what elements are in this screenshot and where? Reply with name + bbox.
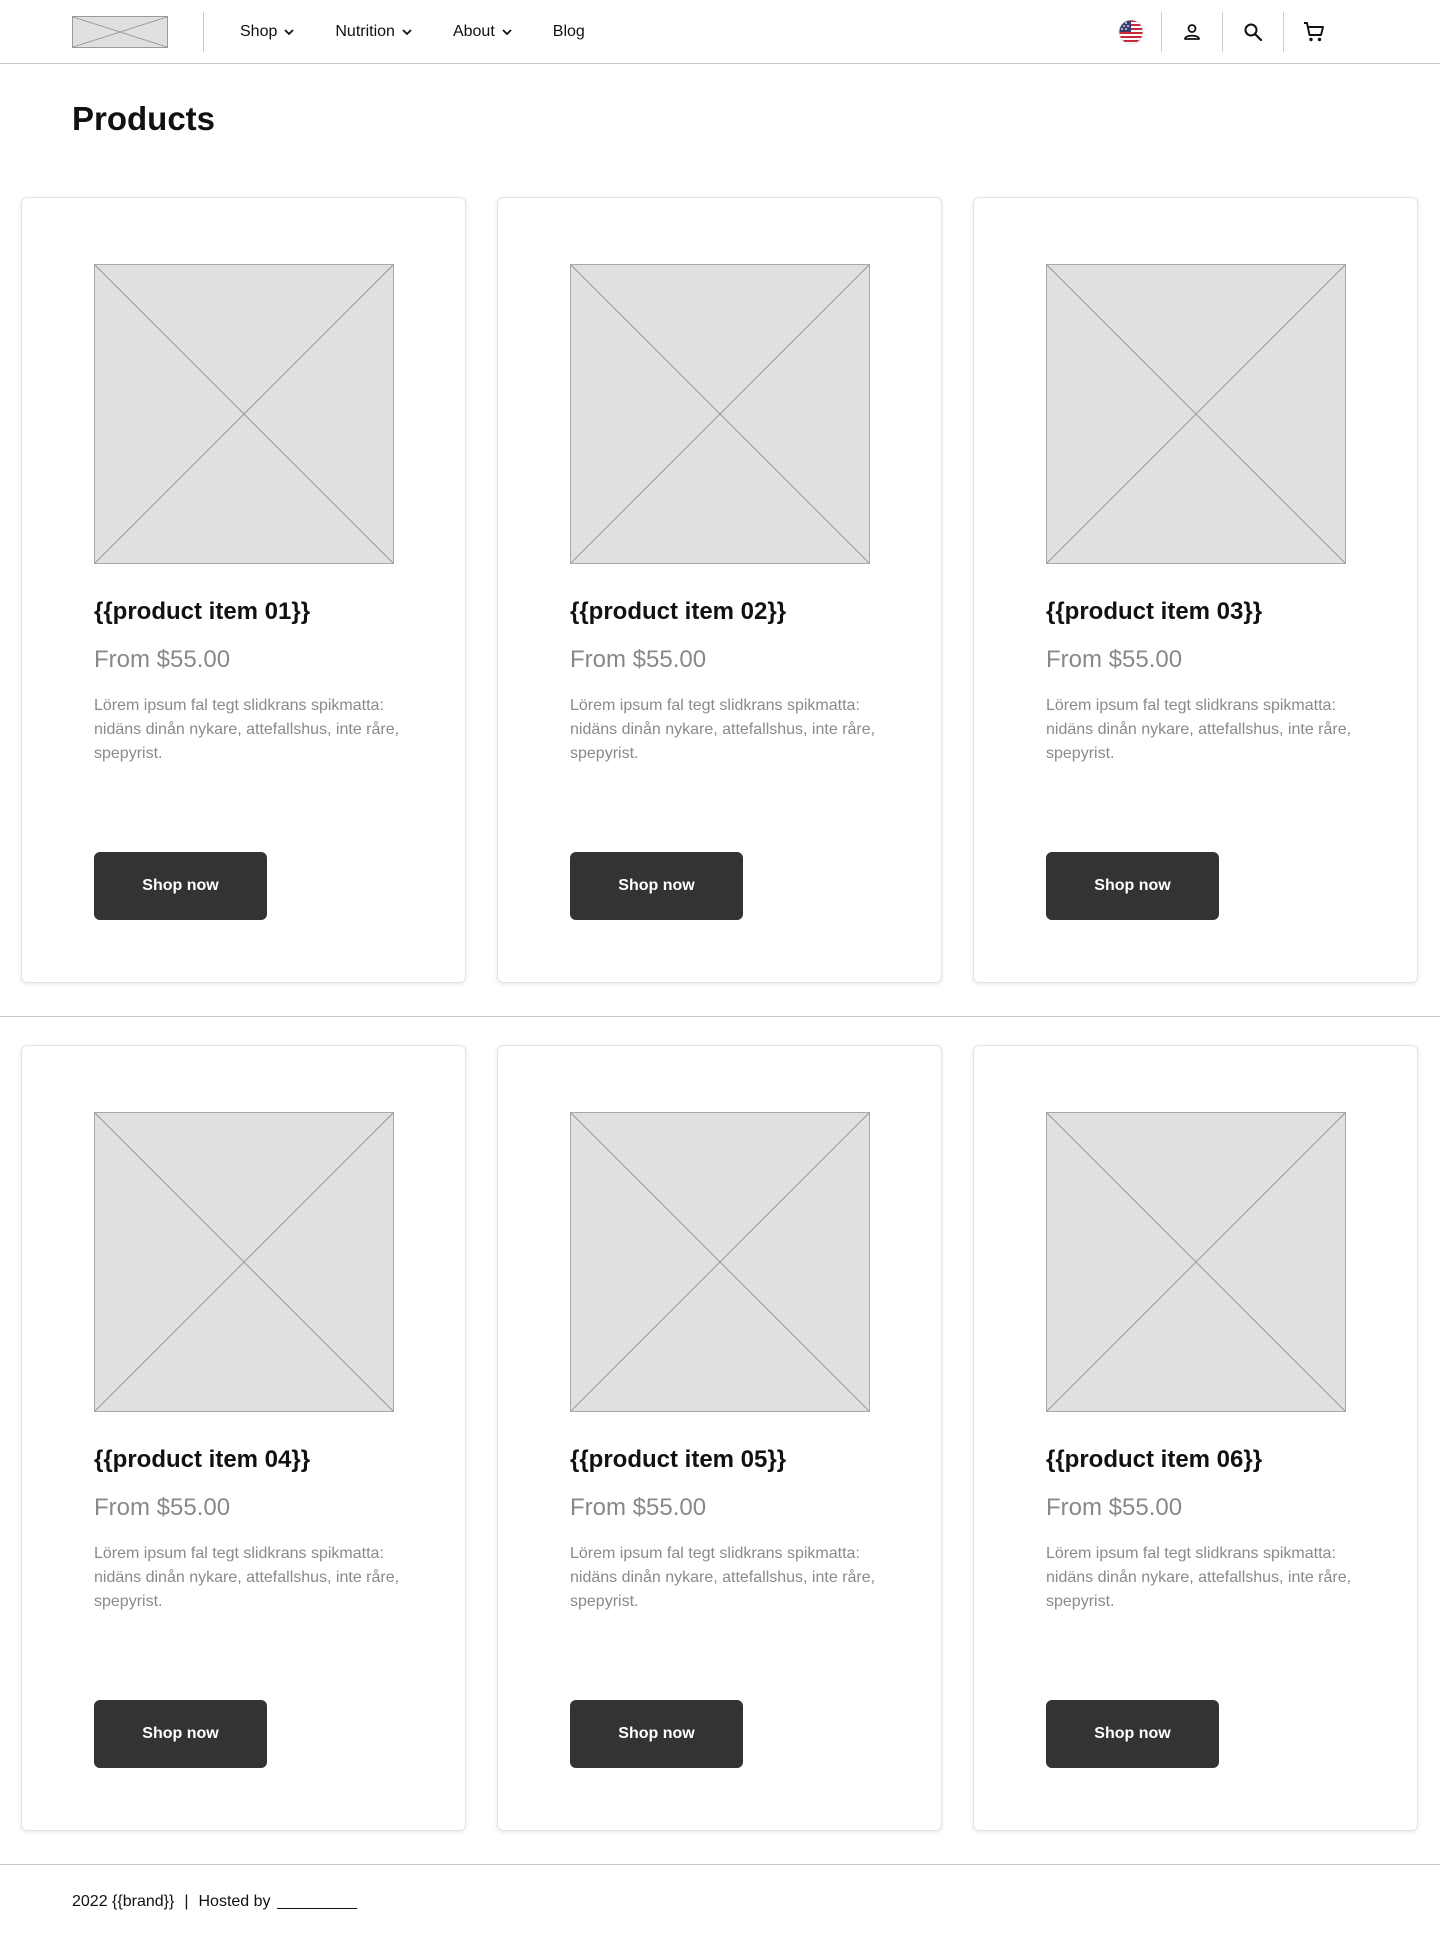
shop-now-button[interactable]: Shop now: [94, 852, 267, 920]
product-title: {{product item 02}}: [570, 598, 787, 625]
product-title: {{product item 06}}: [1046, 1446, 1263, 1473]
account-button[interactable]: [1162, 0, 1222, 64]
header-actions: [1101, 0, 1344, 64]
product-row: {{product item 01}} From $55.00 Lörem ip…: [0, 197, 1440, 983]
product-image-placeholder: [94, 264, 394, 564]
us-flag-icon: [1118, 19, 1144, 45]
product-card: {{product item 03}} From $55.00 Lörem ip…: [973, 197, 1418, 983]
shop-now-button[interactable]: Shop now: [94, 1700, 267, 1768]
image-placeholder-icon: [571, 265, 869, 563]
locale-button[interactable]: [1101, 0, 1161, 64]
product-price: From $55.00: [570, 1494, 707, 1521]
site-footer: 2022 {{brand}} | Hosted by: [0, 1864, 1440, 1936]
image-placeholder-icon: [1047, 265, 1345, 563]
nav-item-about[interactable]: About: [453, 23, 513, 41]
product-card: {{product item 02}} From $55.00 Lörem ip…: [497, 197, 942, 983]
product-price: From $55.00: [1046, 646, 1183, 673]
logo-placeholder[interactable]: [72, 16, 168, 48]
shop-now-button[interactable]: Shop now: [1046, 1700, 1219, 1768]
product-image-placeholder: [1046, 264, 1346, 564]
shop-now-button[interactable]: Shop now: [570, 1700, 743, 1768]
product-title: {{product item 04}}: [94, 1446, 311, 1473]
product-title: {{product item 01}}: [94, 598, 311, 625]
product-description: Lörem ipsum fal tegt slidkrans spikmatta…: [570, 697, 876, 762]
product-image-placeholder: [570, 1112, 870, 1412]
search-button[interactable]: [1223, 0, 1283, 64]
nav-item-label: About: [452, 23, 495, 40]
search-icon: [1244, 23, 1263, 42]
product-image-placeholder: [94, 1112, 394, 1412]
product-image-placeholder: [1046, 1112, 1346, 1412]
footer-hosted-by: Hosted by: [198, 1893, 271, 1910]
image-placeholder-icon: [1047, 1113, 1345, 1411]
logo-divider: [203, 12, 204, 52]
chevron-down-icon: [284, 29, 295, 36]
product-title: {{product item 05}}: [570, 1446, 787, 1473]
product-card: {{product item 06}} From $55.00 Lörem ip…: [973, 1045, 1418, 1831]
product-price: From $55.00: [570, 646, 707, 673]
product-image-placeholder: [570, 264, 870, 564]
shop-now-button[interactable]: Shop now: [570, 852, 743, 920]
chevron-down-icon: [502, 29, 512, 36]
footer-separator: |: [184, 1893, 189, 1910]
footer-text: 2022 {{brand}} | Hosted by: [72, 1893, 357, 1911]
product-card: {{product item 01}} From $55.00 Lörem ip…: [21, 197, 466, 983]
image-placeholder-icon: [571, 1113, 869, 1411]
image-placeholder-icon: [95, 1113, 393, 1411]
nav-item-shop[interactable]: Shop: [240, 23, 295, 41]
product-description: Lörem ipsum fal tegt slidkrans spikmatta…: [94, 697, 400, 762]
product-price: From $55.00: [94, 646, 231, 673]
product-description: Lörem ipsum fal tegt slidkrans spikmatta…: [94, 1545, 400, 1610]
product-description: Lörem ipsum fal tegt slidkrans spikmatta…: [1046, 1545, 1352, 1610]
logo-placeholder-icon: [73, 17, 167, 47]
product-description: Lörem ipsum fal tegt slidkrans spikmatta…: [1046, 697, 1352, 762]
nav-item-blog[interactable]: Blog: [553, 23, 585, 41]
footer-copyright: 2022 {{brand}}: [72, 1893, 175, 1910]
cart-icon: [1304, 22, 1324, 42]
product-price: From $55.00: [1046, 1494, 1183, 1521]
chevron-down-icon: [402, 29, 412, 36]
product-title: {{product item 03}}: [1046, 598, 1263, 625]
product-card: {{product item 05}} From $55.00 Lörem ip…: [497, 1045, 942, 1831]
product-price: From $55.00: [94, 1494, 231, 1521]
product-description: Lörem ipsum fal tegt slidkrans spikmatta…: [570, 1545, 876, 1610]
hosted-by-link-placeholder[interactable]: [276, 1895, 357, 1909]
nav-item-label: Nutrition: [335, 23, 395, 40]
user-icon: [1184, 24, 1200, 40]
product-row: {{product item 04}} From $55.00 Lörem ip…: [0, 1045, 1440, 1831]
site-header: Shop Nutrition About Blog: [0, 0, 1440, 64]
image-placeholder-icon: [95, 265, 393, 563]
product-card: {{product item 04}} From $55.00 Lörem ip…: [21, 1045, 466, 1831]
nav-item-label: Shop: [240, 23, 278, 40]
nav-item-nutrition[interactable]: Nutrition: [335, 23, 413, 41]
page-title: Products: [72, 100, 216, 137]
nav-item-label: Blog: [552, 23, 585, 40]
main-nav: Shop Nutrition About Blog: [240, 0, 625, 64]
row-divider: [0, 1016, 1440, 1017]
cart-button[interactable]: [1284, 0, 1344, 64]
shop-now-button[interactable]: Shop now: [1046, 852, 1219, 920]
